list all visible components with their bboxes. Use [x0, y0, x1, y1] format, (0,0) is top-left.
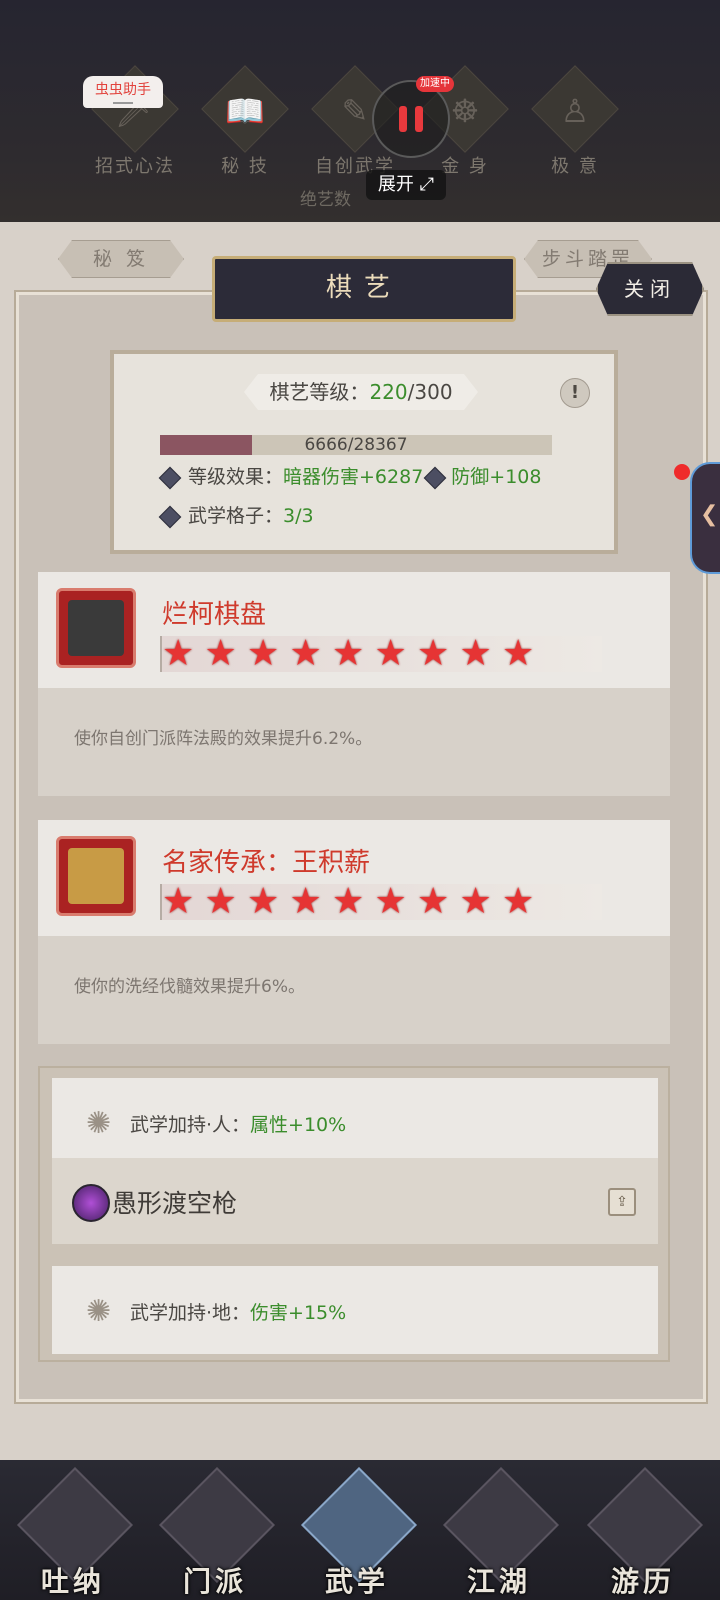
- notification-dot: [674, 464, 690, 480]
- star-icon: ★: [289, 633, 322, 674]
- item-description: 使你自创门派阵法殿的效果提升6.2%。: [74, 729, 373, 749]
- bonus-label: 武学加持·地：: [130, 1302, 251, 1324]
- star-icon: ★: [332, 633, 365, 674]
- modal-title: 棋艺: [212, 256, 516, 322]
- star-icon: ★: [204, 881, 237, 922]
- subtitle: 绝艺数: [300, 190, 351, 210]
- nav-label: 门派: [182, 1565, 247, 1598]
- info-icon[interactable]: !: [560, 378, 590, 408]
- skill-row[interactable]: 愚形渡空枪 ⇪: [52, 1158, 658, 1244]
- star-icon: ★: [502, 633, 535, 674]
- nav-wuxue[interactable]: 武学: [298, 1467, 417, 1598]
- tab-jiyi[interactable]: ♙ 极 意: [530, 65, 620, 177]
- star-icon: ★: [204, 633, 237, 674]
- speed-tag: 加速中: [416, 76, 454, 92]
- star-icon: ★: [459, 881, 492, 922]
- level-max: /300: [407, 380, 453, 404]
- bonus-value: 属性+10%: [250, 1114, 347, 1136]
- nav-label: 游历: [610, 1565, 675, 1598]
- star-icon: ★: [289, 881, 322, 922]
- nav-tuna[interactable]: 吐纳: [14, 1467, 133, 1598]
- exp-text: 6666/28367: [304, 435, 408, 455]
- upload-icon[interactable]: ⇪: [608, 1188, 636, 1216]
- exp-progress-bar: 6666/28367: [160, 435, 552, 455]
- item-name: 烂柯棋盘: [162, 600, 267, 630]
- effect-value-1: 暗器伤害+6287: [283, 466, 424, 488]
- star-icon: ★: [502, 881, 535, 922]
- expand-label: 展开: [377, 174, 414, 195]
- tab-label: 极 意: [551, 156, 599, 177]
- star-icon: ★: [374, 633, 407, 674]
- gear-icon: ✺: [86, 1106, 112, 1141]
- effect-value-2: 防御+108: [451, 466, 542, 488]
- level-label: 棋艺等级：: [269, 380, 370, 404]
- level-pill: 棋艺等级：220/300: [244, 374, 478, 410]
- bonus-label: 武学加持·人：: [130, 1114, 251, 1136]
- nav-menpai[interactable]: 门派: [156, 1467, 275, 1598]
- item-description: 使你的洗经伐髓效果提升6%。: [74, 977, 305, 997]
- book-icon: 📖: [225, 92, 265, 130]
- subtab-miji[interactable]: 秘 笈: [58, 240, 184, 278]
- item-header: 名家传承：王积薪 ★ ★ ★ ★ ★ ★ ★ ★ ★: [38, 820, 670, 936]
- bonus-value: 伤害+15%: [250, 1302, 347, 1324]
- nav-label: 吐纳: [40, 1565, 105, 1598]
- star-icon: ★: [417, 881, 450, 922]
- star-icon: ★: [417, 633, 450, 674]
- bonus-text: 武学加持·地：伤害+15%: [130, 1298, 346, 1325]
- level-value: 220: [369, 380, 408, 404]
- skill-name: 愚形渡空枪: [112, 1189, 238, 1218]
- bonus-row-di: ✺ 武学加持·地：伤害+15%: [52, 1266, 658, 1354]
- star-rating: ★ ★ ★ ★ ★ ★ ★ ★ ★: [160, 884, 602, 920]
- slot-line: 武学格子：3/3: [158, 501, 314, 528]
- star-icon: ★: [332, 881, 365, 922]
- pause-icon: [397, 106, 425, 132]
- gem-icon: [423, 466, 447, 489]
- gem-icon: [158, 466, 182, 489]
- nav-jianghu[interactable]: 江湖: [440, 1467, 559, 1598]
- nav-youli[interactable]: 游历: [584, 1467, 703, 1598]
- slot-value: 3/3: [283, 505, 314, 527]
- item-card: 名家传承：王积薪 ★ ★ ★ ★ ★ ★ ★ ★ ★ 使你的洗经伐髓效果提升6%。: [38, 820, 670, 1044]
- item-card: 烂柯棋盘 ★ ★ ★ ★ ★ ★ ★ ★ ★ 使你自创门派阵法殿的效果提升6.2%。: [38, 572, 670, 796]
- scroll-icon[interactable]: [56, 836, 136, 916]
- effect-label: 等级效果：: [188, 466, 284, 488]
- item-name: 名家传承：王积薪: [162, 848, 371, 878]
- gem-icon: [158, 505, 182, 528]
- helper-badge[interactable]: 虫虫助手: [83, 76, 163, 108]
- item-header: 烂柯棋盘 ★ ★ ★ ★ ★ ★ ★ ★ ★: [38, 572, 670, 688]
- star-icon: ★: [162, 633, 195, 674]
- star-icon: ★: [374, 881, 407, 922]
- go-board-icon[interactable]: [56, 588, 136, 668]
- gear-icon: ✺: [86, 1294, 112, 1329]
- star-icon: ★: [459, 633, 492, 674]
- spear-skill-icon: [72, 1184, 110, 1222]
- martial-pose-icon: ♙: [560, 92, 590, 130]
- expand-icon: ⤢: [419, 174, 435, 195]
- star-icon: ★: [247, 633, 280, 674]
- star-icon: ★: [162, 881, 195, 922]
- star-rating: ★ ★ ★ ★ ★ ★ ★ ★ ★: [160, 636, 602, 672]
- expand-button[interactable]: 展开 ⤢: [366, 170, 446, 200]
- tab-miji[interactable]: 📖 秘 技: [200, 65, 290, 177]
- bonus-row-ren: ✺ 武学加持·人：属性+10%: [52, 1078, 658, 1168]
- star-icon: ★: [247, 881, 280, 922]
- level-card: 棋艺等级：220/300 ! 6666/28367 等级效果：暗器伤害+6287…: [110, 350, 618, 554]
- bonus-text: 武学加持·人：属性+10%: [130, 1110, 346, 1137]
- nav-label: 武学: [324, 1565, 389, 1598]
- nav-label: 江湖: [466, 1565, 531, 1598]
- side-drawer-tab[interactable]: [690, 462, 720, 574]
- bonus-panel: ✺ 武学加持·人：属性+10% 愚形渡空枪 ⇪ ✺ 武学加持·地：伤害+15%: [38, 1066, 670, 1362]
- close-button[interactable]: 关闭: [596, 262, 704, 316]
- slot-label: 武学格子：: [188, 505, 284, 527]
- effect-line: 等级效果：暗器伤害+6287 防御+108: [158, 462, 542, 489]
